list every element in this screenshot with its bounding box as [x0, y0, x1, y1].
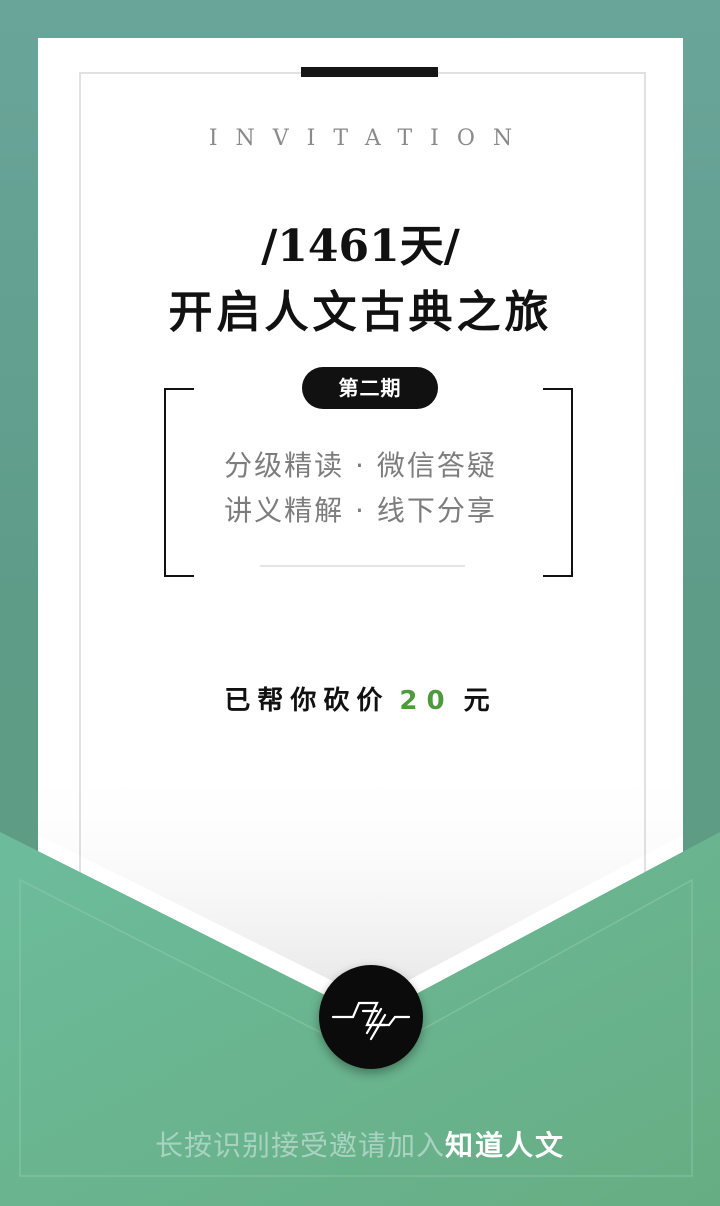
footer-prompt: 长按识别接受邀请加入知道人文: [0, 1124, 720, 1164]
zhidao-renwen-logo-icon: [319, 965, 423, 1069]
footer-brand: 知道人文: [445, 1129, 566, 1162]
footer-prompt-text: 长按识别接受邀请加入: [154, 1129, 445, 1162]
